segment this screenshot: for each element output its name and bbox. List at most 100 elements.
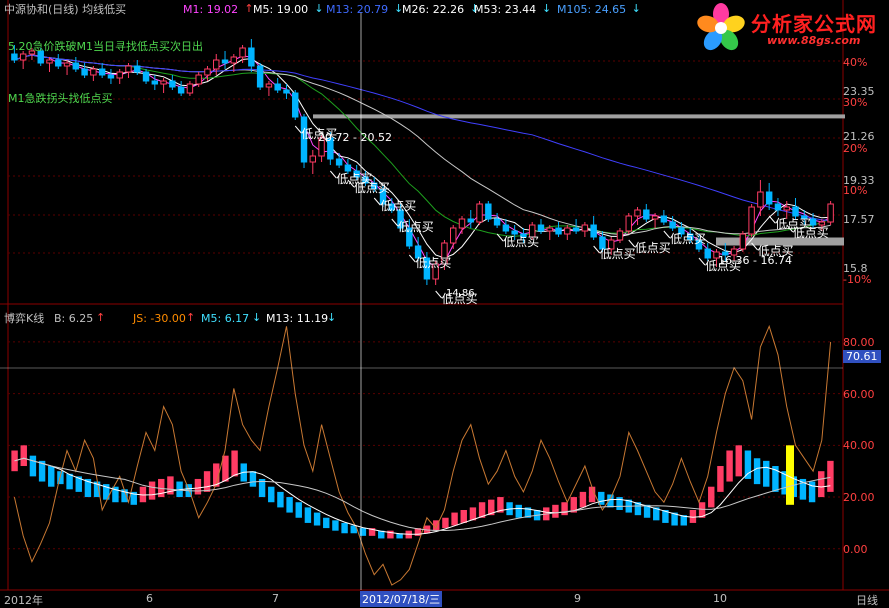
candle-body (213, 59, 220, 70)
crosshair-value-label: 70.61 (843, 350, 881, 363)
ma-legend-item: M53: 23.44 (474, 3, 537, 16)
chart-title: 中源协和(日线) 均线低买 (4, 3, 127, 16)
indicator-bar (286, 497, 293, 513)
b-up-arrow-icon: ↑ (96, 311, 106, 324)
candle-body (493, 218, 501, 226)
price-axis-label: 30% (843, 96, 868, 109)
candle-body (309, 155, 317, 163)
candle-body (142, 71, 150, 82)
candle-body (292, 92, 299, 118)
candle-body (792, 206, 799, 217)
indicator-bar (295, 502, 302, 518)
m13-label: M13: 11.19 (266, 312, 329, 325)
resistance-band (313, 114, 845, 119)
candle-body (230, 56, 238, 64)
candle-body (344, 164, 352, 172)
site-logo: 分析家公式网 www.88gs.com (693, 2, 889, 54)
indicator-bar (11, 450, 18, 472)
price-axis-label: 17.57 (843, 213, 875, 226)
candle-body (90, 68, 97, 76)
candle-body (485, 203, 492, 220)
candle-body (55, 59, 62, 67)
candle-body (651, 215, 659, 220)
indicator-bar (818, 471, 825, 498)
candle-body (467, 218, 474, 223)
indicator-bar (451, 512, 458, 526)
buy-label: 低点买 (793, 226, 829, 240)
js-up-arrow-icon: ↑ (186, 311, 196, 324)
candle-body (783, 206, 790, 211)
indicator-bar (753, 458, 761, 485)
logo-title: 分析家公式网 (751, 12, 877, 36)
flower-logo-icon (697, 3, 745, 51)
price-axis-label: -10% (843, 273, 872, 286)
candle-body (63, 62, 71, 67)
candle-body (169, 80, 176, 88)
indicator-axis-label: 80.00 (843, 335, 875, 349)
candle-body (107, 74, 115, 79)
candle-body (765, 191, 773, 205)
indicator-bar (442, 517, 449, 529)
period-label[interactable]: 日线 (856, 592, 878, 608)
indicator-bar (827, 460, 834, 492)
candle-body (116, 71, 123, 79)
indicator-bar (148, 481, 156, 500)
indicator-bar (323, 517, 330, 529)
candle-body (248, 47, 255, 67)
indicator-bar (341, 522, 348, 534)
candle-body (511, 230, 518, 235)
indicator-bar (203, 471, 211, 492)
month-6-label: 6 (146, 592, 153, 605)
candle-body (669, 221, 676, 229)
indicator-bar (552, 504, 559, 518)
indicator-bar (735, 445, 742, 477)
indicator-bar (763, 460, 770, 487)
indicator-axis-label: 40.00 (843, 439, 875, 453)
candle-body (239, 47, 246, 58)
indicator-bar (66, 473, 73, 490)
down-arrow-icon: ↓ (631, 2, 641, 15)
candle-body (81, 68, 88, 76)
indicator-axis-label: 0.00 (843, 542, 868, 556)
candle-body (186, 83, 194, 94)
candle-body (704, 248, 711, 259)
candle-body (581, 224, 589, 232)
sub-title: 博弈K线 (4, 312, 45, 325)
candle-body (616, 230, 624, 241)
month-7-label: 7 (272, 592, 279, 605)
candle-body (572, 227, 580, 232)
candle-body (283, 89, 290, 94)
candle-body (643, 209, 650, 220)
candle-body (19, 53, 27, 61)
indicator-bar (20, 445, 27, 467)
indicator-bar (708, 486, 715, 508)
indicator-bar (48, 466, 55, 487)
m5-label: M5: 6.17 (201, 312, 250, 325)
price-axis-label: 20% (843, 142, 868, 155)
candle-body (46, 59, 53, 64)
b-label: B: 6.25 (54, 312, 94, 325)
buy-label: 低点买 (354, 181, 390, 195)
ma-legend-item: M105: 24.65 (557, 3, 627, 16)
candle-body (818, 221, 826, 226)
buy-label: 低点买 (600, 247, 636, 261)
candle-body (625, 215, 632, 232)
candle-body (502, 224, 510, 232)
year-label: 2012年 (4, 594, 43, 607)
buy-label: 低点买 (398, 220, 434, 234)
candle-body (660, 215, 668, 223)
indicator-bar (460, 509, 467, 523)
down-arrow-icon: ↓ (314, 2, 324, 15)
ma-legend-item: M13: 20.79 (326, 3, 389, 16)
candle-body (134, 65, 141, 73)
candle-body (335, 158, 343, 166)
candle-body (221, 59, 229, 64)
candle-body (195, 74, 202, 85)
annotation-line-1: 5.20急价跌破M1当日寻找低点买次日出 (8, 40, 203, 53)
annotation-line-2: M1急跌拐头找低点买 (8, 92, 113, 105)
candle-body (537, 224, 545, 232)
stock-chart[interactable]: 低点买低点买低点买低点买低点买低点买低点买低点买低点买 低点买低点买低点买低点买低… (0, 0, 889, 607)
candle-body (11, 53, 18, 61)
candle-body (98, 68, 106, 76)
indicator-bar (332, 520, 339, 531)
